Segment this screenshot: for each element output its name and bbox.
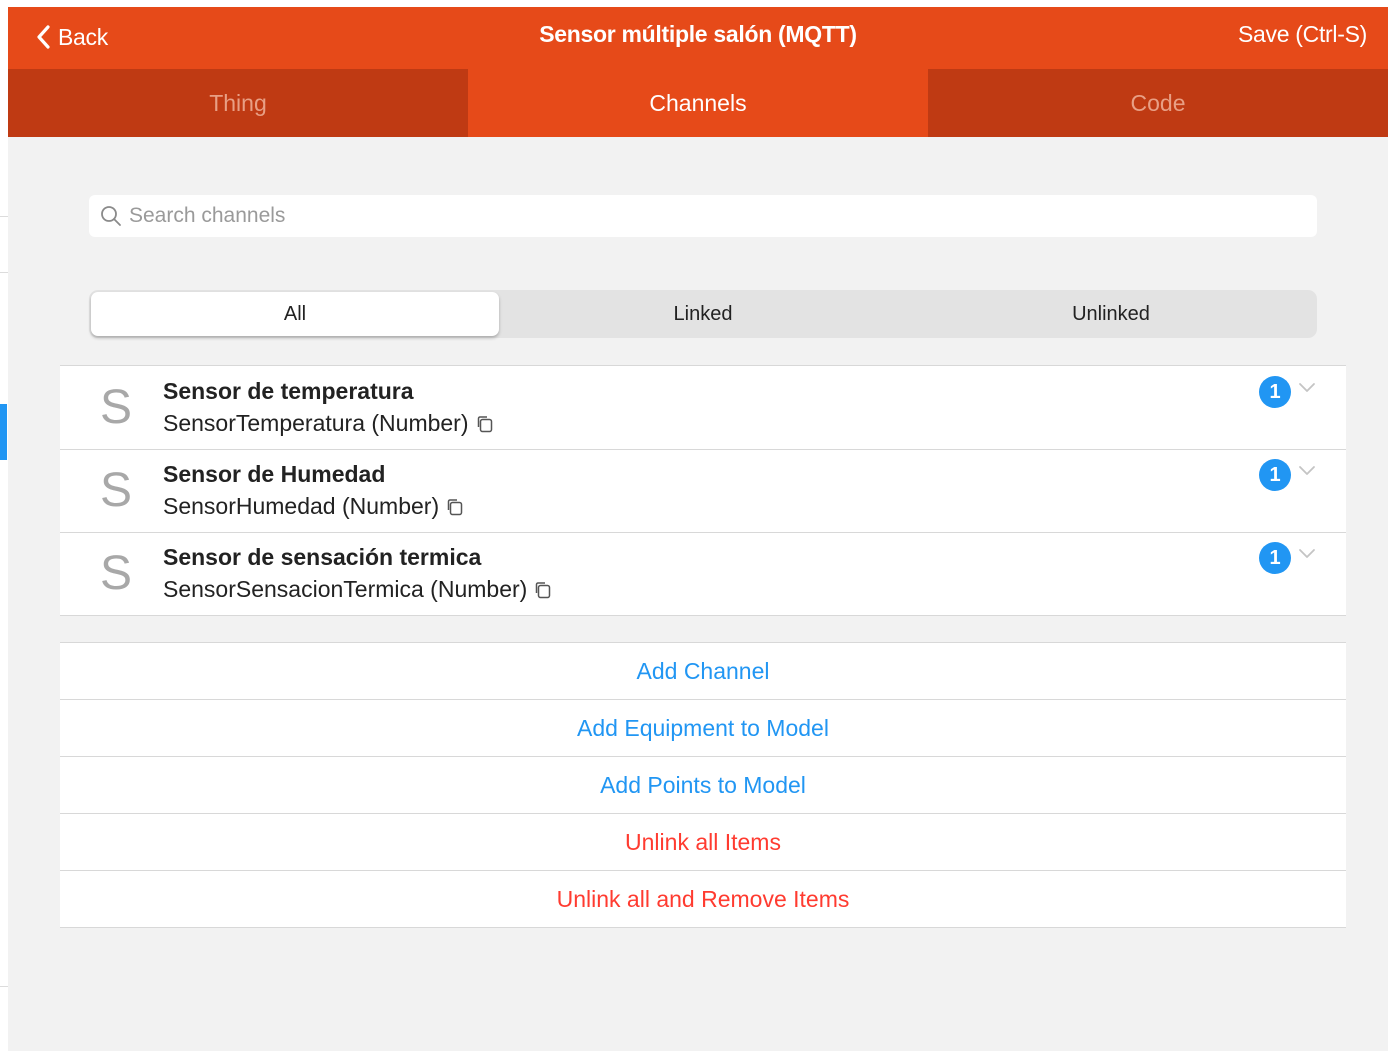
channel-item-temperature[interactable]: S Sensor de temperatura SensorTemperatur… — [60, 366, 1346, 449]
linked-count-badge: 1 — [1259, 459, 1291, 491]
copy-icon[interactable] — [445, 497, 465, 517]
actions-list: Add Channel Add Equipment to Model Add P… — [60, 642, 1346, 928]
filter-linked[interactable]: Linked — [499, 292, 907, 336]
channel-id-label: SensorTemperatura (Number) — [163, 410, 469, 436]
channel-item-feels-like[interactable]: S Sensor de sensación termica SensorSens… — [60, 532, 1346, 615]
thing-editor-page: Back Sensor múltiple salón (MQTT) Save (… — [8, 7, 1388, 1051]
channel-type-letter: S — [100, 464, 133, 517]
save-button[interactable]: Save (Ctrl-S) — [1238, 21, 1367, 48]
selected-indicator — [0, 404, 7, 460]
search-bar — [89, 195, 1317, 237]
tab-code[interactable]: Code — [928, 69, 1388, 137]
channel-subtitle: SensorTemperatura (Number) — [163, 410, 495, 437]
chevron-down-icon[interactable] — [1298, 548, 1316, 560]
channel-title: Sensor de sensación termica — [163, 544, 482, 570]
navbar: Back Sensor múltiple salón (MQTT) Save (… — [8, 7, 1388, 69]
unlink-remove-button[interactable]: Unlink all and Remove Items — [60, 870, 1346, 927]
copy-icon[interactable] — [475, 414, 495, 434]
tab-channels[interactable]: Channels — [468, 69, 928, 137]
add-points-button[interactable]: Add Points to Model — [60, 756, 1346, 813]
page-title: Sensor múltiple salón (MQTT) — [539, 21, 857, 47]
add-channel-button[interactable]: Add Channel — [60, 643, 1346, 699]
filter-all[interactable]: All — [91, 292, 499, 336]
linked-count-badge: 1 — [1259, 542, 1291, 574]
filter-unlinked[interactable]: Unlinked — [907, 292, 1315, 336]
channel-type-letter: S — [100, 381, 133, 434]
channel-title: Sensor de temperatura — [163, 378, 414, 404]
unlink-all-button[interactable]: Unlink all Items — [60, 813, 1346, 870]
tab-thing[interactable]: Thing — [8, 69, 468, 137]
channel-title: Sensor de Humedad — [163, 461, 386, 487]
linked-count-badge: 1 — [1259, 376, 1291, 408]
search-icon — [101, 206, 121, 226]
channel-item-humidity[interactable]: S Sensor de Humedad SensorHumedad (Numbe… — [60, 449, 1346, 532]
channel-subtitle: SensorSensacionTermica (Number) — [163, 576, 553, 603]
channel-id-label: SensorSensacionTermica (Number) — [163, 576, 528, 602]
filter-segmented-control: All Linked Unlinked — [89, 290, 1317, 338]
copy-icon[interactable] — [533, 580, 553, 600]
tab-bar: Thing Channels Code — [8, 69, 1388, 137]
chevron-down-icon[interactable] — [1298, 465, 1316, 477]
channel-subtitle: SensorHumedad (Number) — [163, 493, 465, 520]
channel-list: S Sensor de temperatura SensorTemperatur… — [60, 365, 1346, 616]
divider — [0, 272, 8, 273]
left-panel-edge — [0, 0, 8, 1051]
channel-id-label: SensorHumedad (Number) — [163, 493, 440, 519]
add-equipment-button[interactable]: Add Equipment to Model — [60, 699, 1346, 756]
divider — [0, 986, 8, 987]
channel-type-letter: S — [100, 547, 133, 600]
chevron-down-icon[interactable] — [1298, 382, 1316, 394]
divider — [0, 216, 8, 217]
search-input[interactable] — [129, 197, 1317, 235]
